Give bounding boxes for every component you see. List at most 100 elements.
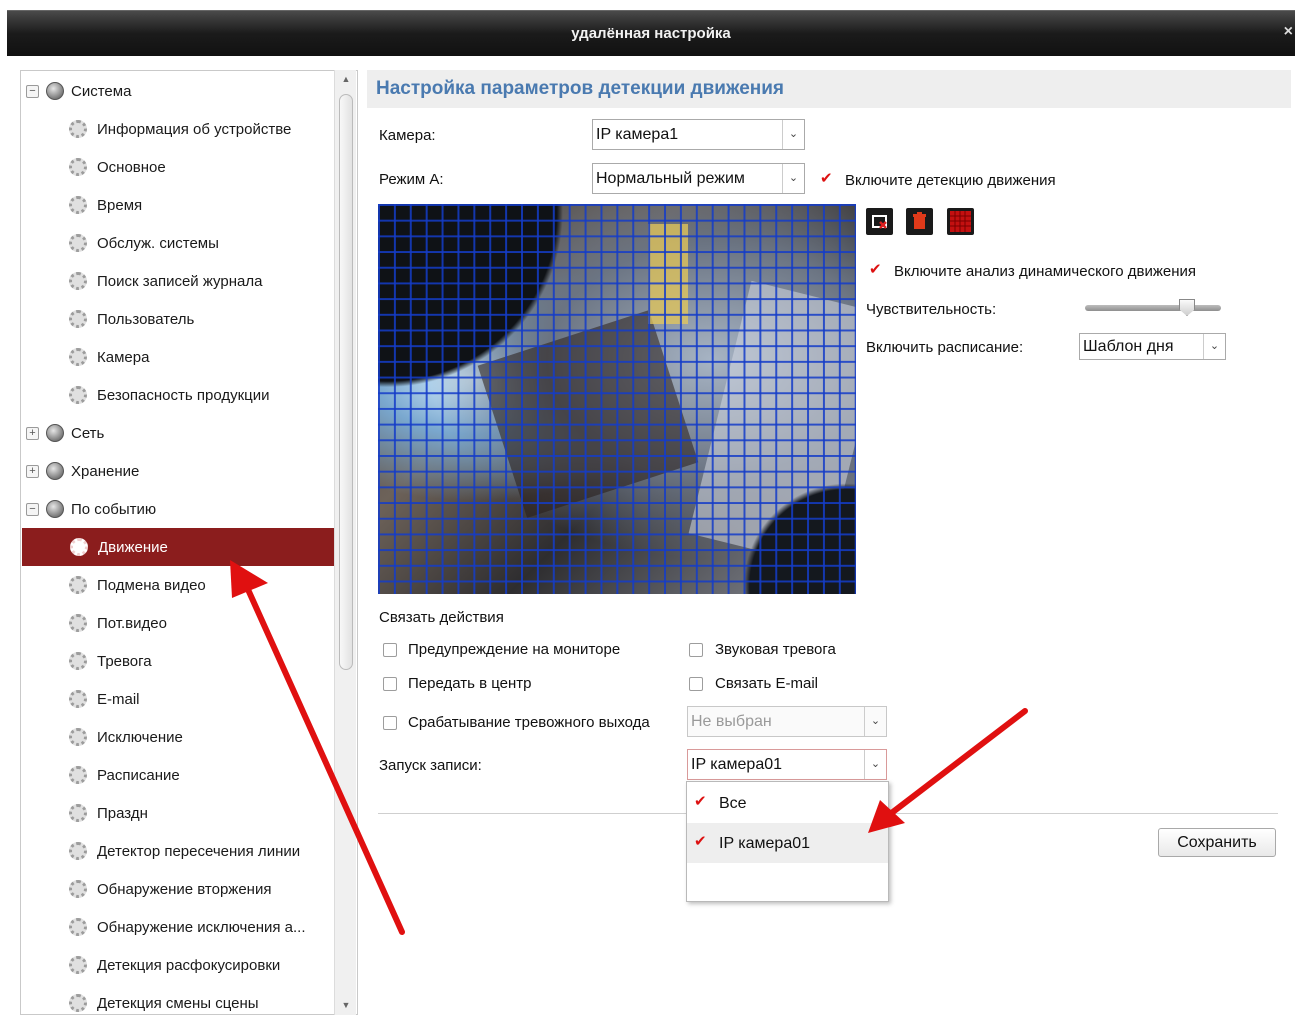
sidebar-item[interactable]: + Сеть bbox=[21, 414, 333, 452]
gear-icon bbox=[69, 310, 87, 328]
schedule-select-value: Шаблон дня bbox=[1083, 338, 1174, 355]
sidebar-item[interactable]: Время bbox=[21, 186, 333, 224]
record-option-all-checkbox[interactable] bbox=[693, 792, 707, 810]
notify-center-checkbox[interactable] bbox=[383, 677, 397, 691]
save-button[interactable]: Сохранить bbox=[1158, 828, 1276, 857]
scrollbar-thumb[interactable] bbox=[339, 94, 353, 670]
dynamic-analysis-label: Включите анализ динамического движения bbox=[894, 263, 1197, 280]
camera-select[interactable]: IP камера1 ⌄ bbox=[592, 119, 805, 150]
sidebar-item[interactable]: Подмена видео bbox=[21, 566, 333, 604]
scroll-up-icon[interactable]: ▲ bbox=[335, 70, 357, 88]
sidebar-item[interactable]: − Система bbox=[21, 72, 333, 110]
sidebar-item[interactable]: Детектор пересечения линии bbox=[21, 832, 333, 870]
sidebar-item-label: Основное bbox=[97, 158, 166, 176]
collapse-icon[interactable]: − bbox=[26, 84, 39, 98]
record-select[interactable]: IP камера01 ⌄ bbox=[687, 749, 887, 780]
sidebar-item-label: Праздн bbox=[97, 804, 148, 822]
sidebar-item-label: Система bbox=[71, 82, 132, 100]
audio-alarm-checkbox[interactable] bbox=[689, 643, 703, 657]
mode-select-value: Нормальный режим bbox=[596, 170, 745, 187]
sidebar-item-label: Время bbox=[97, 196, 143, 214]
sidebar-item-label: Камера bbox=[97, 348, 150, 366]
mode-label: Режим А: bbox=[379, 171, 444, 188]
gear-icon bbox=[69, 158, 87, 176]
sidebar-item-label: Расписание bbox=[97, 766, 180, 784]
gear-icon bbox=[69, 728, 87, 746]
record-label: Запуск записи: bbox=[379, 757, 482, 774]
sidebar-item[interactable]: Камера bbox=[21, 338, 333, 376]
record-dropdown-list[interactable]: Все IP камера01 bbox=[686, 781, 889, 902]
tree-scrollbar[interactable]: ▲ ▼ bbox=[334, 70, 356, 1015]
sidebar-item[interactable]: Обнаружение исключения а... bbox=[21, 908, 333, 946]
sidebar-item-label: Исключение bbox=[97, 728, 183, 746]
enable-motion-label: Включите детекцию движения bbox=[845, 172, 1056, 189]
sidebar-item[interactable]: Поиск записей журнала bbox=[21, 262, 333, 300]
monitor-warning-checkbox[interactable] bbox=[383, 643, 397, 657]
gear-icon bbox=[69, 994, 87, 1012]
chevron-down-icon: ⌄ bbox=[782, 120, 804, 149]
sidebar-item[interactable]: Праздн bbox=[21, 794, 333, 832]
sidebar-item-label: E-mail bbox=[97, 690, 140, 708]
enable-motion-checkbox[interactable] bbox=[819, 169, 833, 187]
record-option-camera[interactable]: IP камера01 bbox=[687, 823, 888, 863]
globe-icon bbox=[46, 500, 64, 518]
sidebar-item-label: Хранение bbox=[71, 462, 140, 480]
record-option-camera-checkbox[interactable] bbox=[693, 832, 707, 850]
expand-icon[interactable]: + bbox=[26, 464, 39, 478]
sidebar-item[interactable]: Обнаружение вторжения bbox=[21, 870, 333, 908]
sidebar-item[interactable]: Обслуж. системы bbox=[21, 224, 333, 262]
draw-all-icon[interactable] bbox=[947, 208, 974, 235]
link-email-checkbox[interactable] bbox=[689, 677, 703, 691]
sidebar-item[interactable]: Безопасность продукции bbox=[21, 376, 333, 414]
dynamic-analysis-checkbox[interactable] bbox=[868, 260, 882, 278]
sidebar-item-label: Детектор пересечения линии bbox=[97, 842, 301, 860]
collapse-icon[interactable]: − bbox=[26, 502, 39, 516]
sidebar-item-label: Обслуж. системы bbox=[97, 234, 219, 252]
sidebar-item-label: Детекция смены сцены bbox=[97, 994, 259, 1012]
gear-icon bbox=[69, 652, 87, 670]
schedule-label: Включить расписание: bbox=[866, 339, 1024, 356]
sidebar-item[interactable]: Пользователь bbox=[21, 300, 333, 338]
sidebar-item[interactable]: Движение bbox=[22, 528, 334, 566]
record-select-value: IP камера01 bbox=[691, 756, 783, 773]
gear-icon bbox=[69, 804, 87, 822]
sidebar-item[interactable]: Детекция расфокусировки bbox=[21, 946, 333, 984]
chevron-down-icon: ⌄ bbox=[864, 750, 886, 779]
monitor-warning-label: Предупреждение на мониторе bbox=[408, 641, 621, 658]
sidebar-item-label: Обнаружение вторжения bbox=[97, 880, 272, 898]
link-actions-title: Связать действия bbox=[379, 609, 504, 626]
sidebar-item-label: Информация об устройстве bbox=[97, 120, 292, 138]
sidebar-item[interactable]: Исключение bbox=[21, 718, 333, 756]
sidebar-item[interactable]: Тревога bbox=[21, 642, 333, 680]
sidebar-item[interactable]: Пот.видео bbox=[21, 604, 333, 642]
sidebar-item[interactable]: + Хранение bbox=[21, 452, 333, 490]
gear-icon bbox=[69, 918, 87, 936]
sensitivity-label: Чувствительность: bbox=[866, 301, 997, 318]
sidebar-item[interactable]: E-mail bbox=[21, 680, 333, 718]
close-icon[interactable]: × bbox=[1284, 23, 1293, 41]
alarm-output-label: Срабатывание тревожного выхода bbox=[408, 714, 650, 731]
delete-icon[interactable] bbox=[906, 208, 933, 235]
expand-icon[interactable]: + bbox=[26, 426, 39, 440]
scroll-down-icon[interactable]: ▼ bbox=[335, 996, 357, 1014]
sidebar-item[interactable]: Детекция смены сцены bbox=[21, 984, 333, 1014]
clear-area-icon[interactable] bbox=[866, 208, 893, 235]
sidebar-item[interactable]: − По событию bbox=[21, 490, 333, 528]
motion-area-preview[interactable] bbox=[378, 204, 856, 594]
schedule-select[interactable]: Шаблон дня ⌄ bbox=[1079, 333, 1226, 360]
sensitivity-slider[interactable] bbox=[1085, 305, 1221, 311]
gear-icon bbox=[69, 956, 87, 974]
sidebar-item[interactable]: Расписание bbox=[21, 756, 333, 794]
globe-icon bbox=[46, 82, 64, 100]
mode-select[interactable]: Нормальный режим ⌄ bbox=[592, 163, 805, 194]
sidebar-item-label: Пользователь bbox=[97, 310, 195, 328]
alarm-output-value: Не выбран bbox=[691, 713, 772, 730]
record-option-camera-label: IP камера01 bbox=[719, 835, 811, 852]
record-option-all[interactable]: Все bbox=[687, 783, 888, 823]
alarm-output-checkbox[interactable] bbox=[383, 716, 397, 730]
record-option-all-label: Все bbox=[719, 795, 747, 812]
sidebar-item-label: Сеть bbox=[71, 424, 105, 442]
motion-grid[interactable] bbox=[378, 204, 856, 594]
sidebar-item[interactable]: Основное bbox=[21, 148, 333, 186]
sidebar-item[interactable]: Информация об устройстве bbox=[21, 110, 333, 148]
